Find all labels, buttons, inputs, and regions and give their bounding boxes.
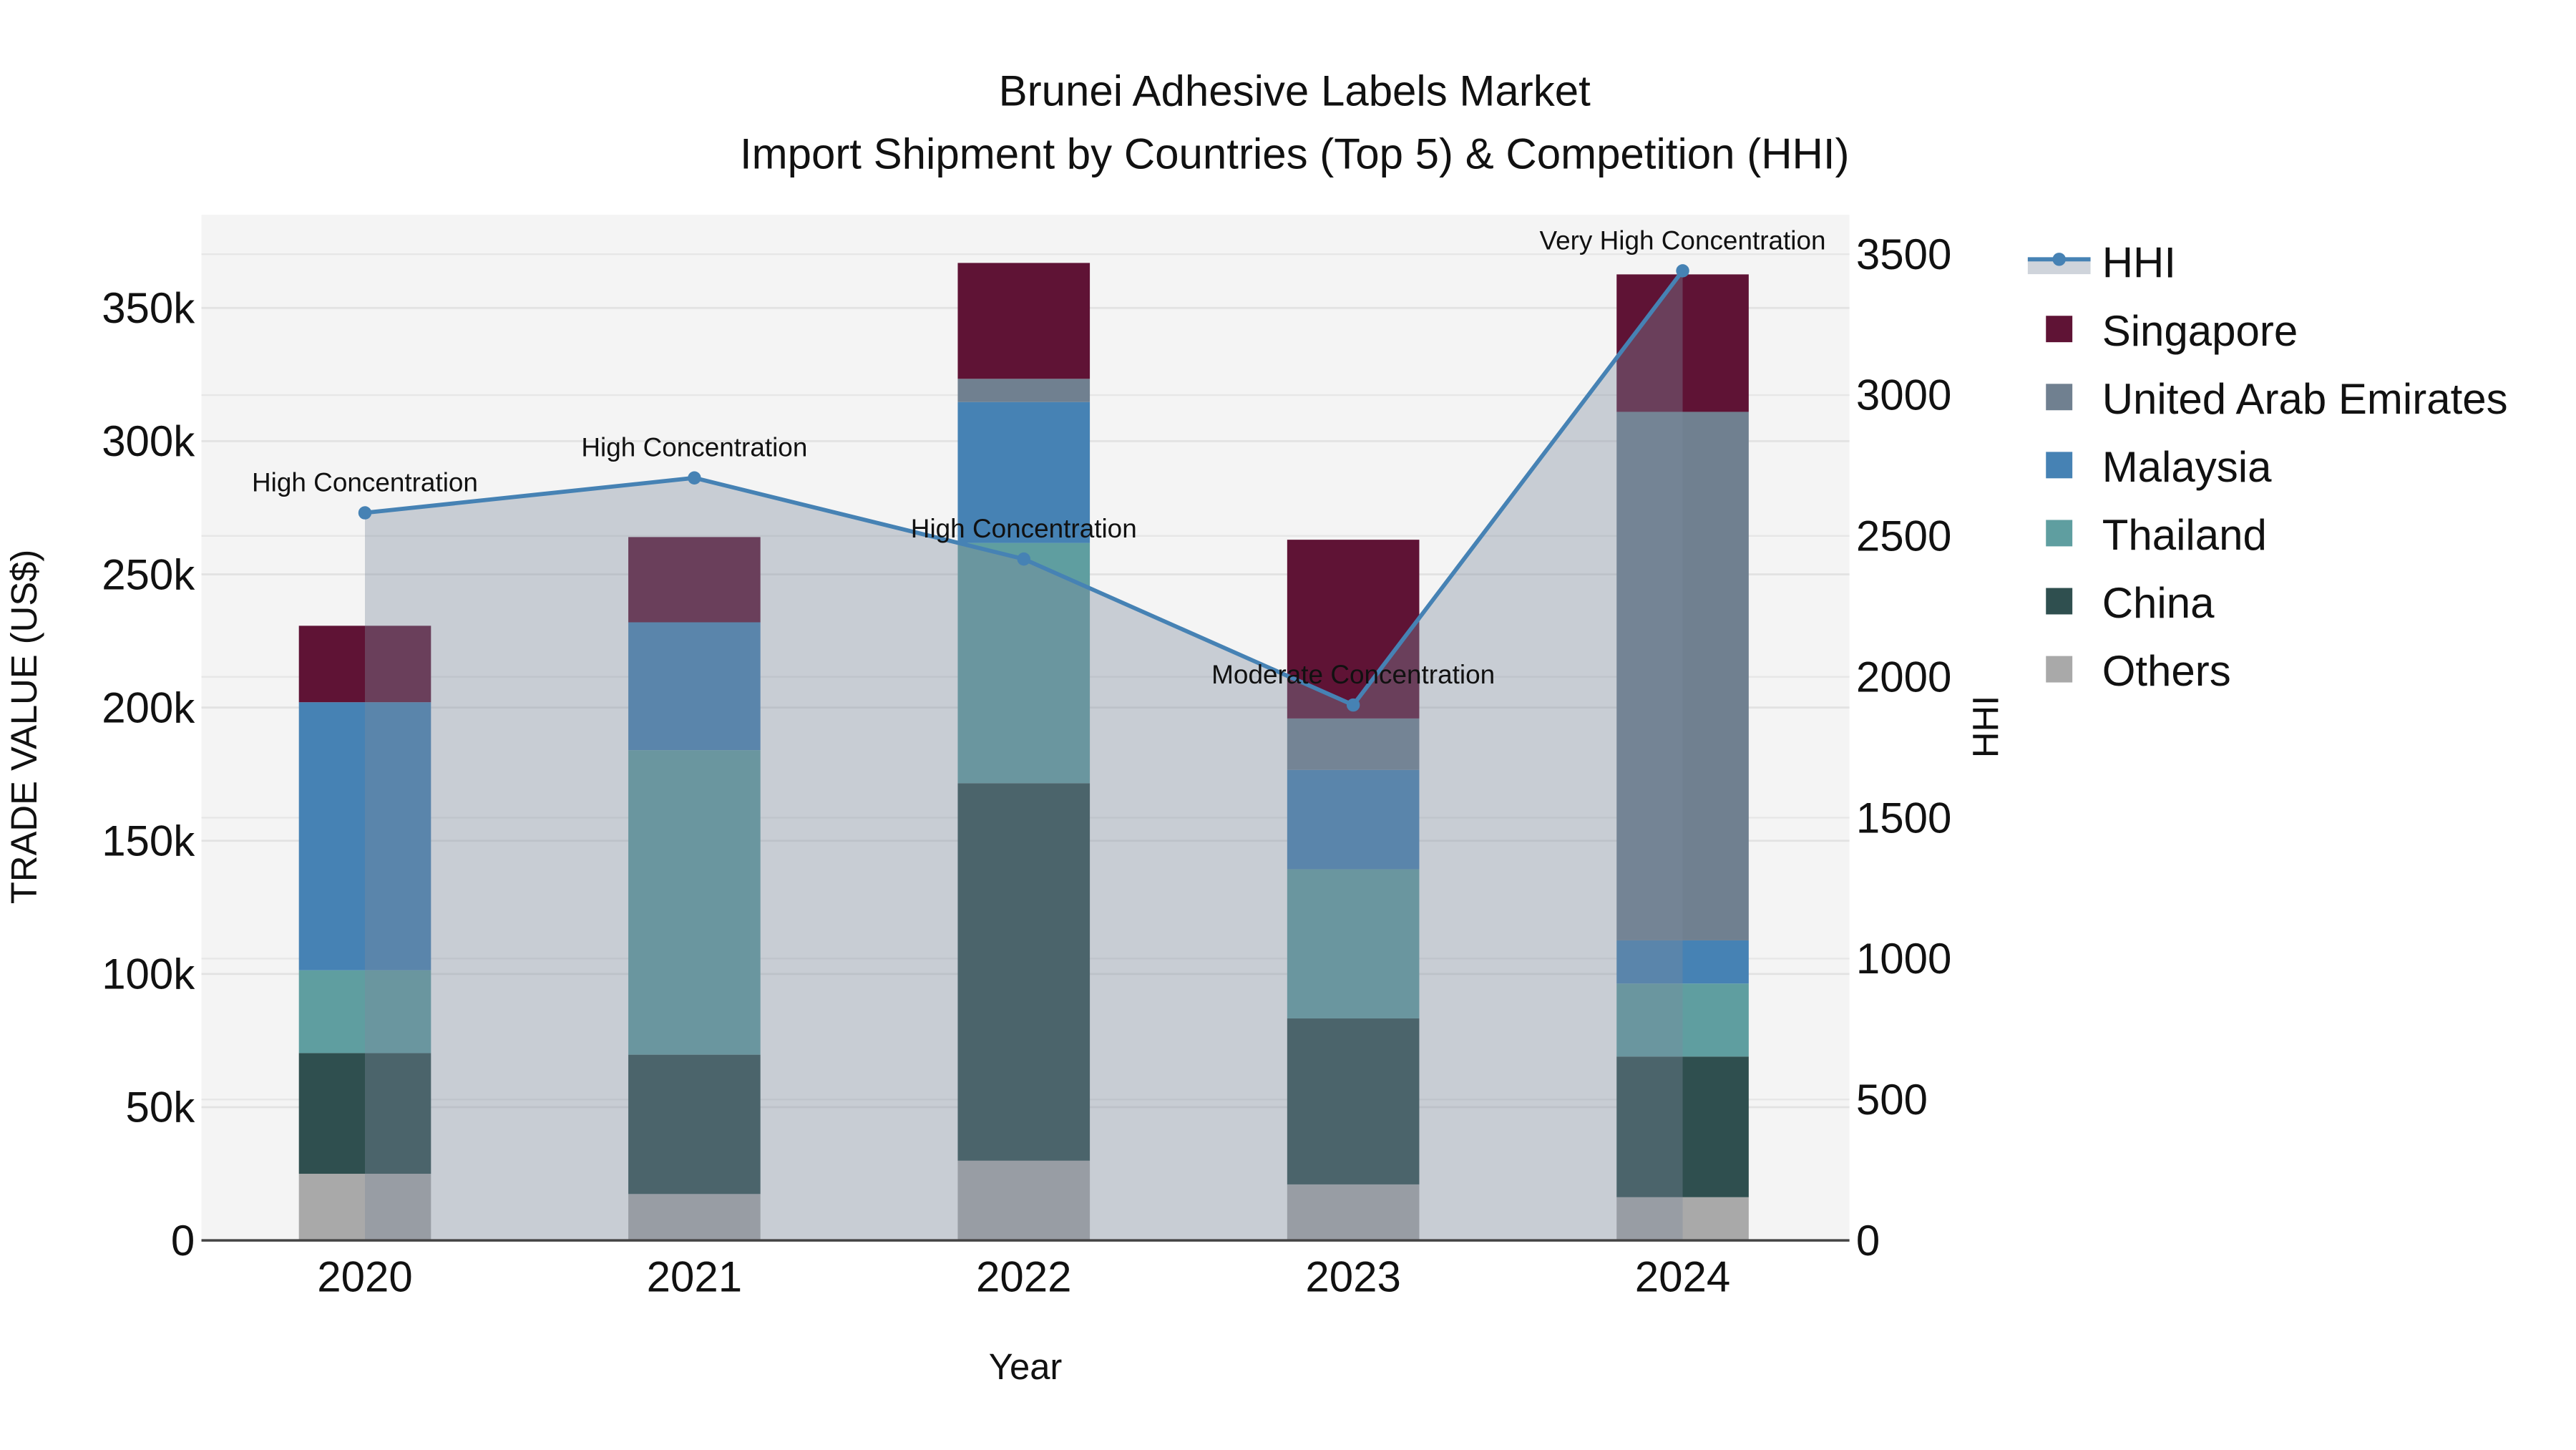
hhi-annotation: Very High Concentration (1540, 225, 1826, 255)
hhi-point (1017, 552, 1031, 566)
x-tick-label: 2022 (976, 1253, 1071, 1301)
legend-label: Thailand (2102, 511, 2267, 559)
y-tick-label: 150k (102, 817, 195, 865)
hhi-annotation: High Concentration (911, 514, 1137, 543)
hhi-point (358, 506, 372, 520)
y2-tick-label: 1500 (1856, 794, 1951, 842)
y-axis-title: TRADE VALUE (US$) (4, 550, 44, 904)
y-tick-label: 300k (102, 417, 195, 465)
legend-label: Others (2102, 647, 2231, 695)
y2-tick-label: 3500 (1856, 230, 1951, 278)
y-tick-label: 350k (102, 284, 195, 332)
legend-label: Malaysia (2102, 443, 2272, 491)
hhi-point (1346, 698, 1360, 712)
y-tick-label: 50k (126, 1084, 196, 1132)
legend-swatch-singapore (2046, 316, 2073, 343)
y2-tick-label: 2000 (1856, 653, 1951, 701)
y-tick-label: 250k (102, 550, 195, 598)
chart-subtitle: Import Shipment by Countries (Top 5) & C… (740, 130, 1850, 177)
hhi-annotation: High Concentration (252, 468, 478, 497)
x-tick-label: 2023 (1305, 1253, 1400, 1301)
chart-title: Brunei Adhesive Labels Market (999, 67, 1591, 115)
legend-swatch-china (2046, 588, 2073, 615)
y-tick-label: 0 (171, 1217, 195, 1265)
legend-label: Singapore (2102, 307, 2298, 355)
legend-label: China (2102, 579, 2215, 627)
bar-united-arab-emirates (957, 379, 1091, 402)
chart-container: Brunei Adhesive Labels Market Import Shi… (0, 0, 2576, 1449)
legend-label: HHI (2102, 239, 2176, 287)
x-tick-label: 2021 (647, 1253, 742, 1301)
x-axis-title: Year (989, 1346, 1063, 1387)
y-tick-label: 200k (102, 683, 195, 731)
legend-swatch-others (2046, 656, 2073, 683)
hhi-annotation: High Concentration (581, 433, 807, 462)
hhi-point (688, 471, 701, 485)
hhi-point (1676, 264, 1689, 278)
legend-swatch-malaysia (2046, 452, 2073, 479)
bar-singapore (957, 263, 1091, 379)
y2-axis-title: HHI (1965, 696, 2006, 758)
y2-tick-label: 3000 (1856, 371, 1951, 419)
hhi-annotation: Moderate Concentration (1211, 660, 1495, 689)
legend-hhi-marker (2052, 253, 2066, 266)
legend-swatch-united-arab-emirates (2046, 384, 2073, 411)
y2-tick-label: 1000 (1856, 935, 1951, 983)
y-tick-label: 100k (102, 950, 195, 998)
x-tick-label: 2020 (317, 1253, 412, 1301)
y2-tick-label: 500 (1856, 1076, 1928, 1124)
x-tick-label: 2024 (1635, 1253, 1730, 1301)
chart: Brunei Adhesive Labels Market Import Shi… (4, 67, 2508, 1387)
y2-tick-label: 0 (1856, 1217, 1880, 1265)
legend-label: United Arab Emirates (2102, 375, 2508, 423)
y2-tick-label: 2500 (1856, 512, 1951, 560)
legend-swatch-thailand (2046, 520, 2073, 547)
